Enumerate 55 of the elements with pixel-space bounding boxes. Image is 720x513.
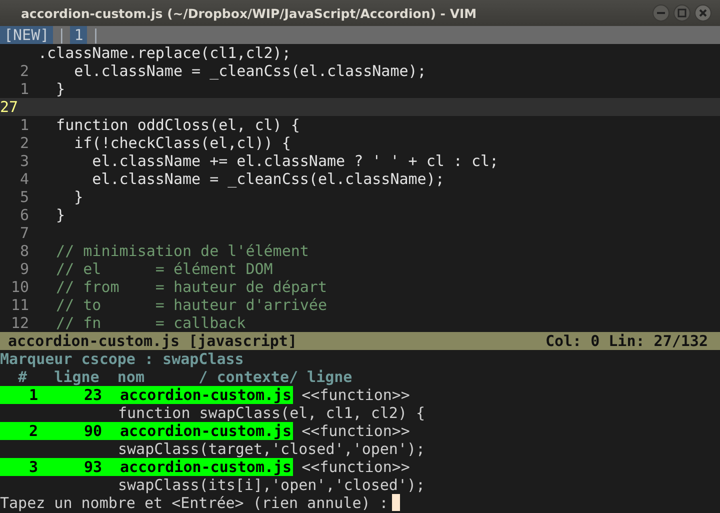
tab-separator: | bbox=[90, 26, 102, 44]
match-context: swapClass(its[i],'open','closed'); bbox=[117, 476, 426, 494]
code-line: } bbox=[73, 188, 84, 206]
match-file: accordion-custom.js bbox=[120, 386, 293, 404]
match-number: 3 bbox=[0, 458, 54, 476]
tab-separator: | bbox=[56, 26, 68, 44]
line-number: 2 bbox=[18, 134, 30, 152]
column-header: # ligne nom / contexte/ ligne bbox=[17, 368, 352, 386]
line-number: 9 bbox=[18, 260, 30, 278]
line-number: 12 bbox=[10, 314, 30, 332]
cscope-title: Marqueur cscope : swapClass bbox=[0, 350, 244, 368]
line-number: 4 bbox=[18, 170, 30, 188]
line-number: 7 bbox=[18, 224, 30, 242]
code-line: if(!checkClass(el,cl)) { bbox=[73, 134, 291, 152]
line-number: 8 bbox=[18, 242, 30, 260]
status-file: accordion-custom.js [javascript] bbox=[8, 332, 297, 350]
code-comment: // to = hauteur d'arrivée bbox=[55, 296, 327, 314]
cursor-position: Col: 0 Lin: 27/132 bbox=[545, 332, 708, 350]
tab[interactable]: [NEW] bbox=[0, 26, 54, 44]
prompt-text: Tapez un nombre et <Entrée> (rien annule) : bbox=[0, 494, 388, 512]
line-number: 2 bbox=[18, 62, 30, 80]
maximize-icon[interactable] bbox=[673, 4, 691, 22]
text-cursor bbox=[392, 494, 400, 511]
code-line: .className.replace(cl1,cl2); bbox=[38, 44, 291, 62]
minimize-icon[interactable] bbox=[652, 4, 670, 22]
line-number: 1 bbox=[18, 80, 30, 98]
line-number: 1 bbox=[18, 116, 30, 134]
line-number: 5 bbox=[18, 188, 30, 206]
code-comment: // from = hauteur de départ bbox=[55, 278, 327, 296]
window-title: accordion-custom.js (~/Dropbox/WIP/JavaScript/Accordion) - VIM bbox=[21, 6, 477, 20]
match-tag: <<function>> bbox=[292, 422, 410, 440]
match-file: accordion-custom.js bbox=[120, 458, 293, 476]
line-number: 11 bbox=[10, 296, 30, 314]
code-comment: // minimisation de l'élément bbox=[55, 242, 309, 260]
code-line: el.className += el.className ? ' ' + cl : cl; bbox=[91, 152, 499, 170]
code-line: function oddCloss(el, cl) { bbox=[55, 116, 300, 134]
close-icon[interactable] bbox=[694, 4, 712, 22]
match-tag: <<function>> bbox=[292, 386, 410, 404]
tab[interactable]: 1 bbox=[70, 26, 88, 44]
match-number: 1 bbox=[0, 386, 54, 404]
code-line: el.className = _cleanCss(el.className); bbox=[91, 170, 444, 188]
match-tag: <<function>> bbox=[292, 458, 410, 476]
code-line: el.className = _cleanCss(el.className); bbox=[73, 62, 426, 80]
match-file: accordion-custom.js bbox=[120, 422, 293, 440]
match-number: 2 bbox=[0, 422, 54, 440]
line-number: 3 bbox=[18, 152, 30, 170]
match-context: function swapClass(el, cl1, cl2) { bbox=[117, 404, 426, 422]
line-number: 10 bbox=[10, 278, 30, 296]
code-line: } bbox=[55, 80, 66, 98]
code-line: } bbox=[55, 206, 66, 224]
match-context: swapClass(target,'closed','open'); bbox=[117, 440, 426, 458]
code-comment: // fn = callback bbox=[55, 314, 246, 332]
line-number: 27 bbox=[0, 98, 20, 116]
line-number: 6 bbox=[18, 206, 30, 224]
code-comment: // el = élément DOM bbox=[55, 260, 273, 278]
